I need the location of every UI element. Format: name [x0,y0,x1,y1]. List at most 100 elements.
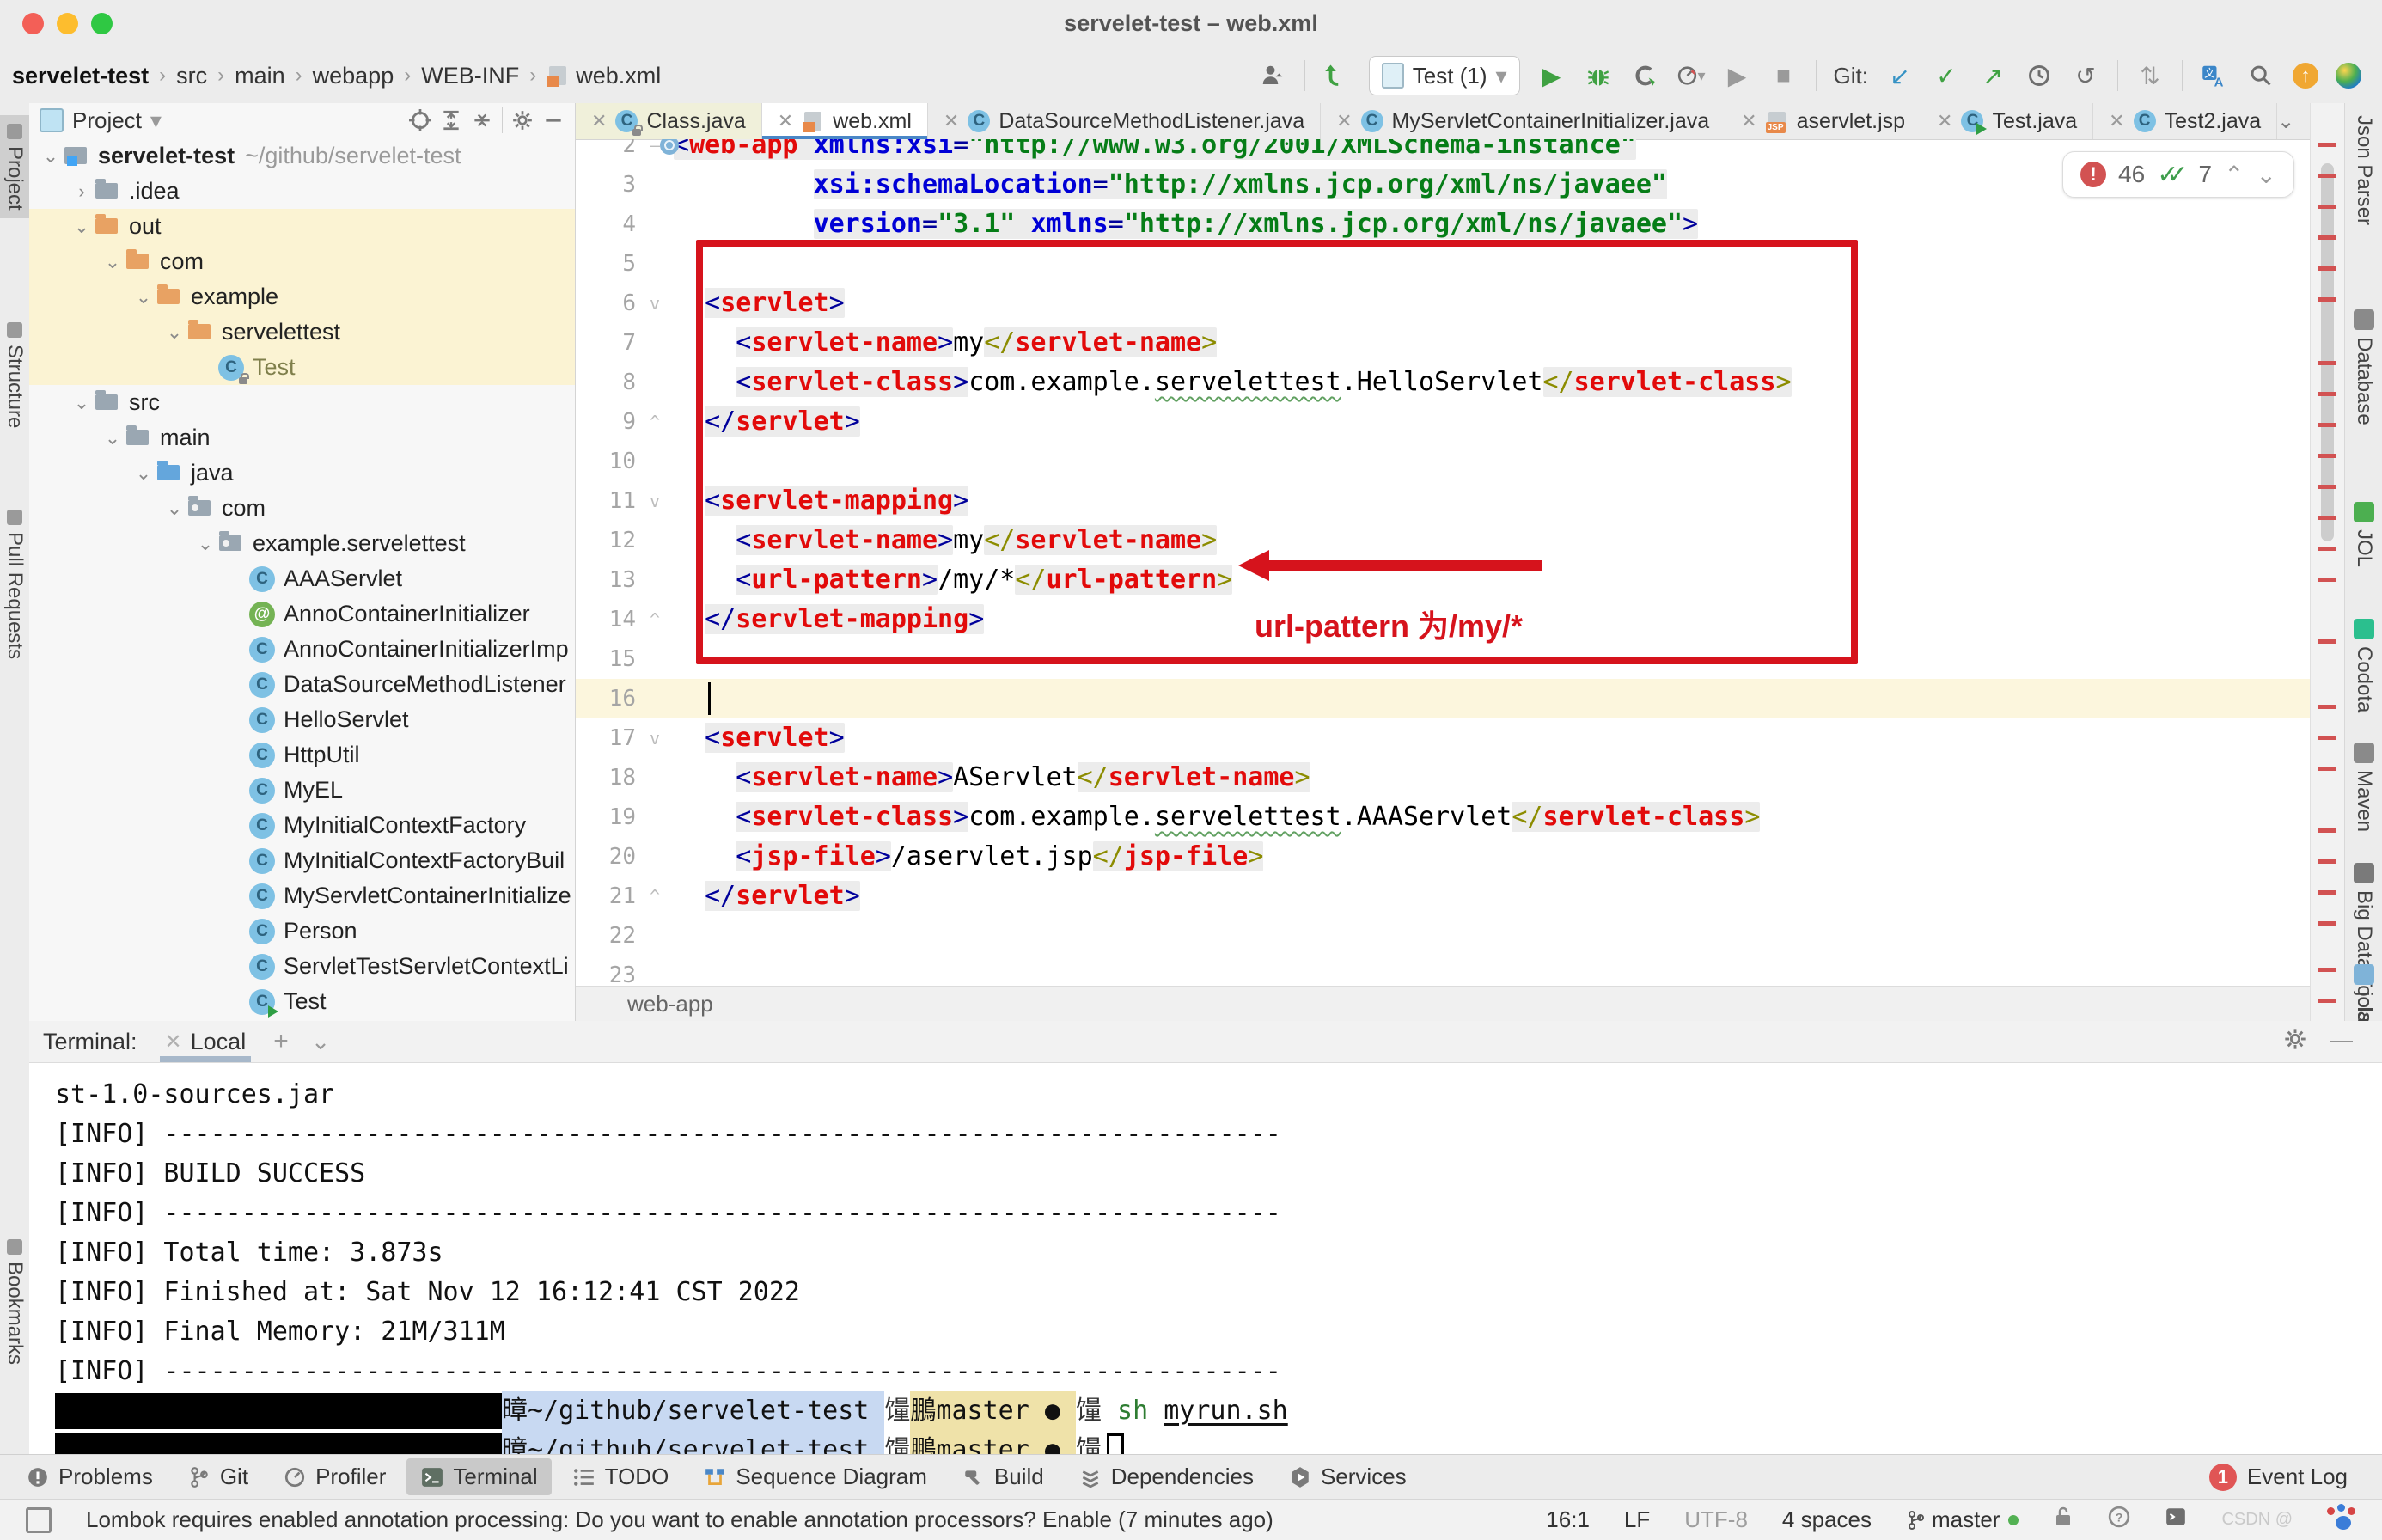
breadcrumb-item[interactable]: WEB-INF [421,63,519,89]
editor-tab-test-java[interactable]: ✕CTest.java [1921,103,2093,139]
error-stripe-mark[interactable] [2318,205,2336,209]
expand-all-icon[interactable] [440,109,462,131]
terminal-mini-icon[interactable] [2165,1506,2187,1534]
error-stripe-mark[interactable] [2318,235,2336,240]
error-stripe-mark[interactable] [2318,578,2336,582]
file-encoding[interactable]: UTF-8 [1684,1506,1748,1533]
breadcrumb[interactable]: servelet-test›src›main›webapp›WEB-INF›we… [0,63,661,89]
chevron-expanded-icon[interactable]: ⌄ [131,286,156,309]
code-line-3[interactable]: 3 xsi:schemaLocation="http://xmlns.jcp.o… [576,165,2310,205]
code-area[interactable]: 2–<web-app xmlns:xsi="http://www.w3.org/… [576,139,2310,987]
code-line-23[interactable]: 23 [576,956,2310,987]
git-commit-icon[interactable]: ✓ [1932,61,1961,90]
tree-item-annocontainerinitializer[interactable]: @AnnoContainerInitializer [29,596,575,632]
fold-marker[interactable]: ^ [636,609,674,630]
editor-tab-web-xml[interactable]: ✕web.xml [762,103,928,139]
tool-strip-item-codota[interactable]: Codota [2345,619,2382,712]
status-message[interactable]: Lombok requires enabled annotation proce… [86,1506,1512,1533]
editor-tab-class-java[interactable]: ✕CClass.java [576,103,762,139]
tree-item-myel[interactable]: CMyEL [29,773,575,808]
chevron-down-icon[interactable]: ⌄ [311,1029,331,1055]
error-stripe-mark[interactable] [2318,454,2336,458]
back-arrow-icon[interactable] [1322,61,1352,90]
tool-window-button-todo[interactable]: TODO [559,1458,683,1495]
code-line-4[interactable]: 4 version="3.1" xmlns="http://xmlns.jcp.… [576,205,2310,244]
fold-marker[interactable]: ^ [636,886,674,907]
tool-window-button-git[interactable]: Git [174,1458,262,1495]
error-stripe-mark[interactable] [2318,828,2336,833]
gear-icon[interactable] [511,109,534,131]
close-icon[interactable]: ✕ [1336,110,1352,132]
tree-item-com[interactable]: ⌄com [29,491,575,526]
tool-window-button-sequence-diagram[interactable]: Sequence Diagram [689,1458,941,1495]
error-stripe-mark[interactable] [2318,705,2336,709]
tool-window-button-terminal[interactable]: Terminal [406,1458,551,1495]
breadcrumb-item[interactable]: servelet-test [12,63,149,89]
breadcrumb-item[interactable]: src [176,63,207,89]
tree-item-java[interactable]: ⌄java [29,455,575,491]
tree-item-aaaservlet[interactable]: CAAAServlet [29,561,575,596]
code-line-6[interactable]: 6v <servlet> [576,284,2310,323]
line-ending[interactable]: LF [1624,1506,1650,1533]
error-stripe-mark[interactable] [2318,736,2336,740]
chevron-expanded-icon[interactable]: ⌄ [69,392,95,414]
error-stripe-mark[interactable] [2318,143,2336,147]
terminal-tab-local[interactable]: ✕ Local [160,1021,252,1062]
code-line-21[interactable]: 21^ </servlet> [576,877,2310,916]
chevron-expanded-icon[interactable]: ⌄ [162,321,187,344]
tree-item-example[interactable]: ⌄example [29,279,575,315]
code-line-7[interactable]: 7 <servlet-name>my</servlet-name> [576,323,2310,363]
tool-window-toggle-icon[interactable] [26,1507,52,1533]
chevron-expanded-icon[interactable]: ⌄ [69,216,95,238]
code-line-18[interactable]: 18 <servlet-name>AServlet</servlet-name> [576,758,2310,798]
editor-tab-datasourcemethodlistener-java[interactable]: ✕CDataSourceMethodListener.java [928,103,1321,139]
caret-position[interactable]: 16:1 [1546,1506,1590,1533]
tool-strip-item-pull-requests[interactable]: Pull Requests [0,507,29,662]
error-stripe-mark[interactable] [2318,639,2336,644]
next-problem-icon[interactable]: ⌄ [2257,161,2276,189]
tree-item-myinitialcontextfactory[interactable]: CMyInitialContextFactory [29,808,575,843]
tree-item-com[interactable]: ⌄com [29,244,575,279]
tree-item-test[interactable]: CTest [29,984,575,1019]
tool-strip-item-jol[interactable]: JOL [2345,502,2382,567]
error-stripe-mark[interactable] [2318,266,2336,271]
error-stripe-scrollbar[interactable] [2310,103,2345,1021]
chevron-expanded-icon[interactable]: ⌄ [100,427,125,449]
code-line-15[interactable]: 15 [576,639,2310,679]
code-line-11[interactable]: 11v <servlet-mapping> [576,481,2310,521]
tool-strip-item-json-parser[interactable]: Json Parser [2345,115,2382,225]
editor-tab-myservletcontainerinitializer-java[interactable]: ✕CMyServletContainerInitializer.java [1321,103,1725,139]
debug-button[interactable] [1584,61,1613,90]
colorful-sphere-icon[interactable] [2336,63,2361,89]
tool-window-button-services[interactable]: Services [1274,1458,1420,1495]
code-line-9[interactable]: 9^ </servlet> [576,402,2310,442]
chevron-expanded-icon[interactable]: ⌄ [100,251,125,273]
close-icon[interactable]: ✕ [778,110,793,132]
fold-marker[interactable]: v [636,491,674,511]
code-line-22[interactable]: 22 [576,916,2310,956]
tool-strip-item-database[interactable]: Database [2345,309,2382,425]
run-button[interactable]: ▶ [1537,61,1567,90]
terminal-settings-icon[interactable] [2283,1027,2307,1057]
tool-strip-item-structure[interactable]: Structure [0,320,29,431]
translate-icon[interactable]: 文A [2200,61,2229,90]
breadcrumb-item[interactable]: main [235,63,285,89]
error-stripe-mark[interactable] [2318,547,2336,551]
error-stripe-mark[interactable] [2318,392,2336,396]
error-stripe-mark[interactable] [2318,297,2336,302]
ide-update-icon[interactable]: ↑ [2293,63,2318,89]
lock-icon[interactable] [2053,1506,2074,1534]
fold-marker[interactable]: v [636,728,674,749]
error-stripe-mark[interactable] [2318,859,2336,864]
error-stripe-mark[interactable] [2318,968,2336,972]
tree-item-datasourcemethodlistener[interactable]: CDataSourceMethodListener [29,667,575,702]
tool-strip-item-project[interactable]: Project [0,115,29,218]
run-configuration-select[interactable]: Test (1) ▾ [1369,56,1520,95]
tree-item-main[interactable]: ⌄main [29,420,575,455]
close-icon[interactable]: ✕ [1937,110,1952,132]
tool-strip-item-maven[interactable]: Maven [2345,742,2382,832]
profiler-button[interactable]: ▾ [1677,61,1706,90]
error-stripe-mark[interactable] [2318,485,2336,489]
chevron-collapsed-icon[interactable]: › [69,180,95,203]
code-line-17[interactable]: 17v <servlet> [576,718,2310,758]
